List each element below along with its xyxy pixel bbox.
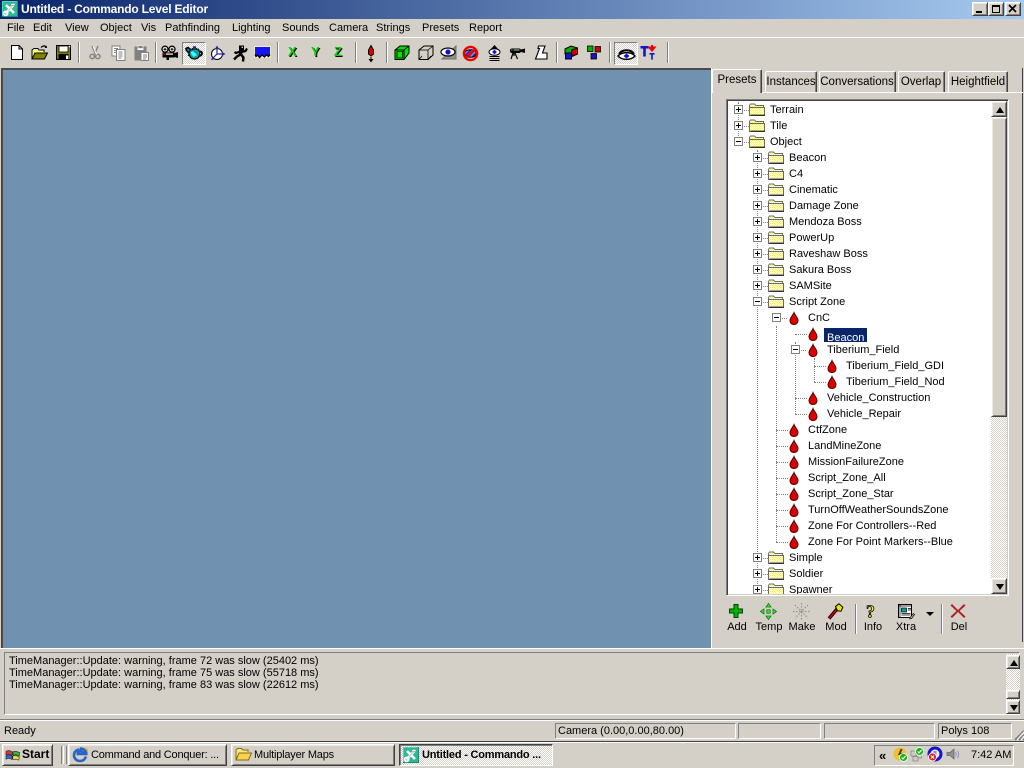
svg-text:?: ? xyxy=(866,602,875,622)
